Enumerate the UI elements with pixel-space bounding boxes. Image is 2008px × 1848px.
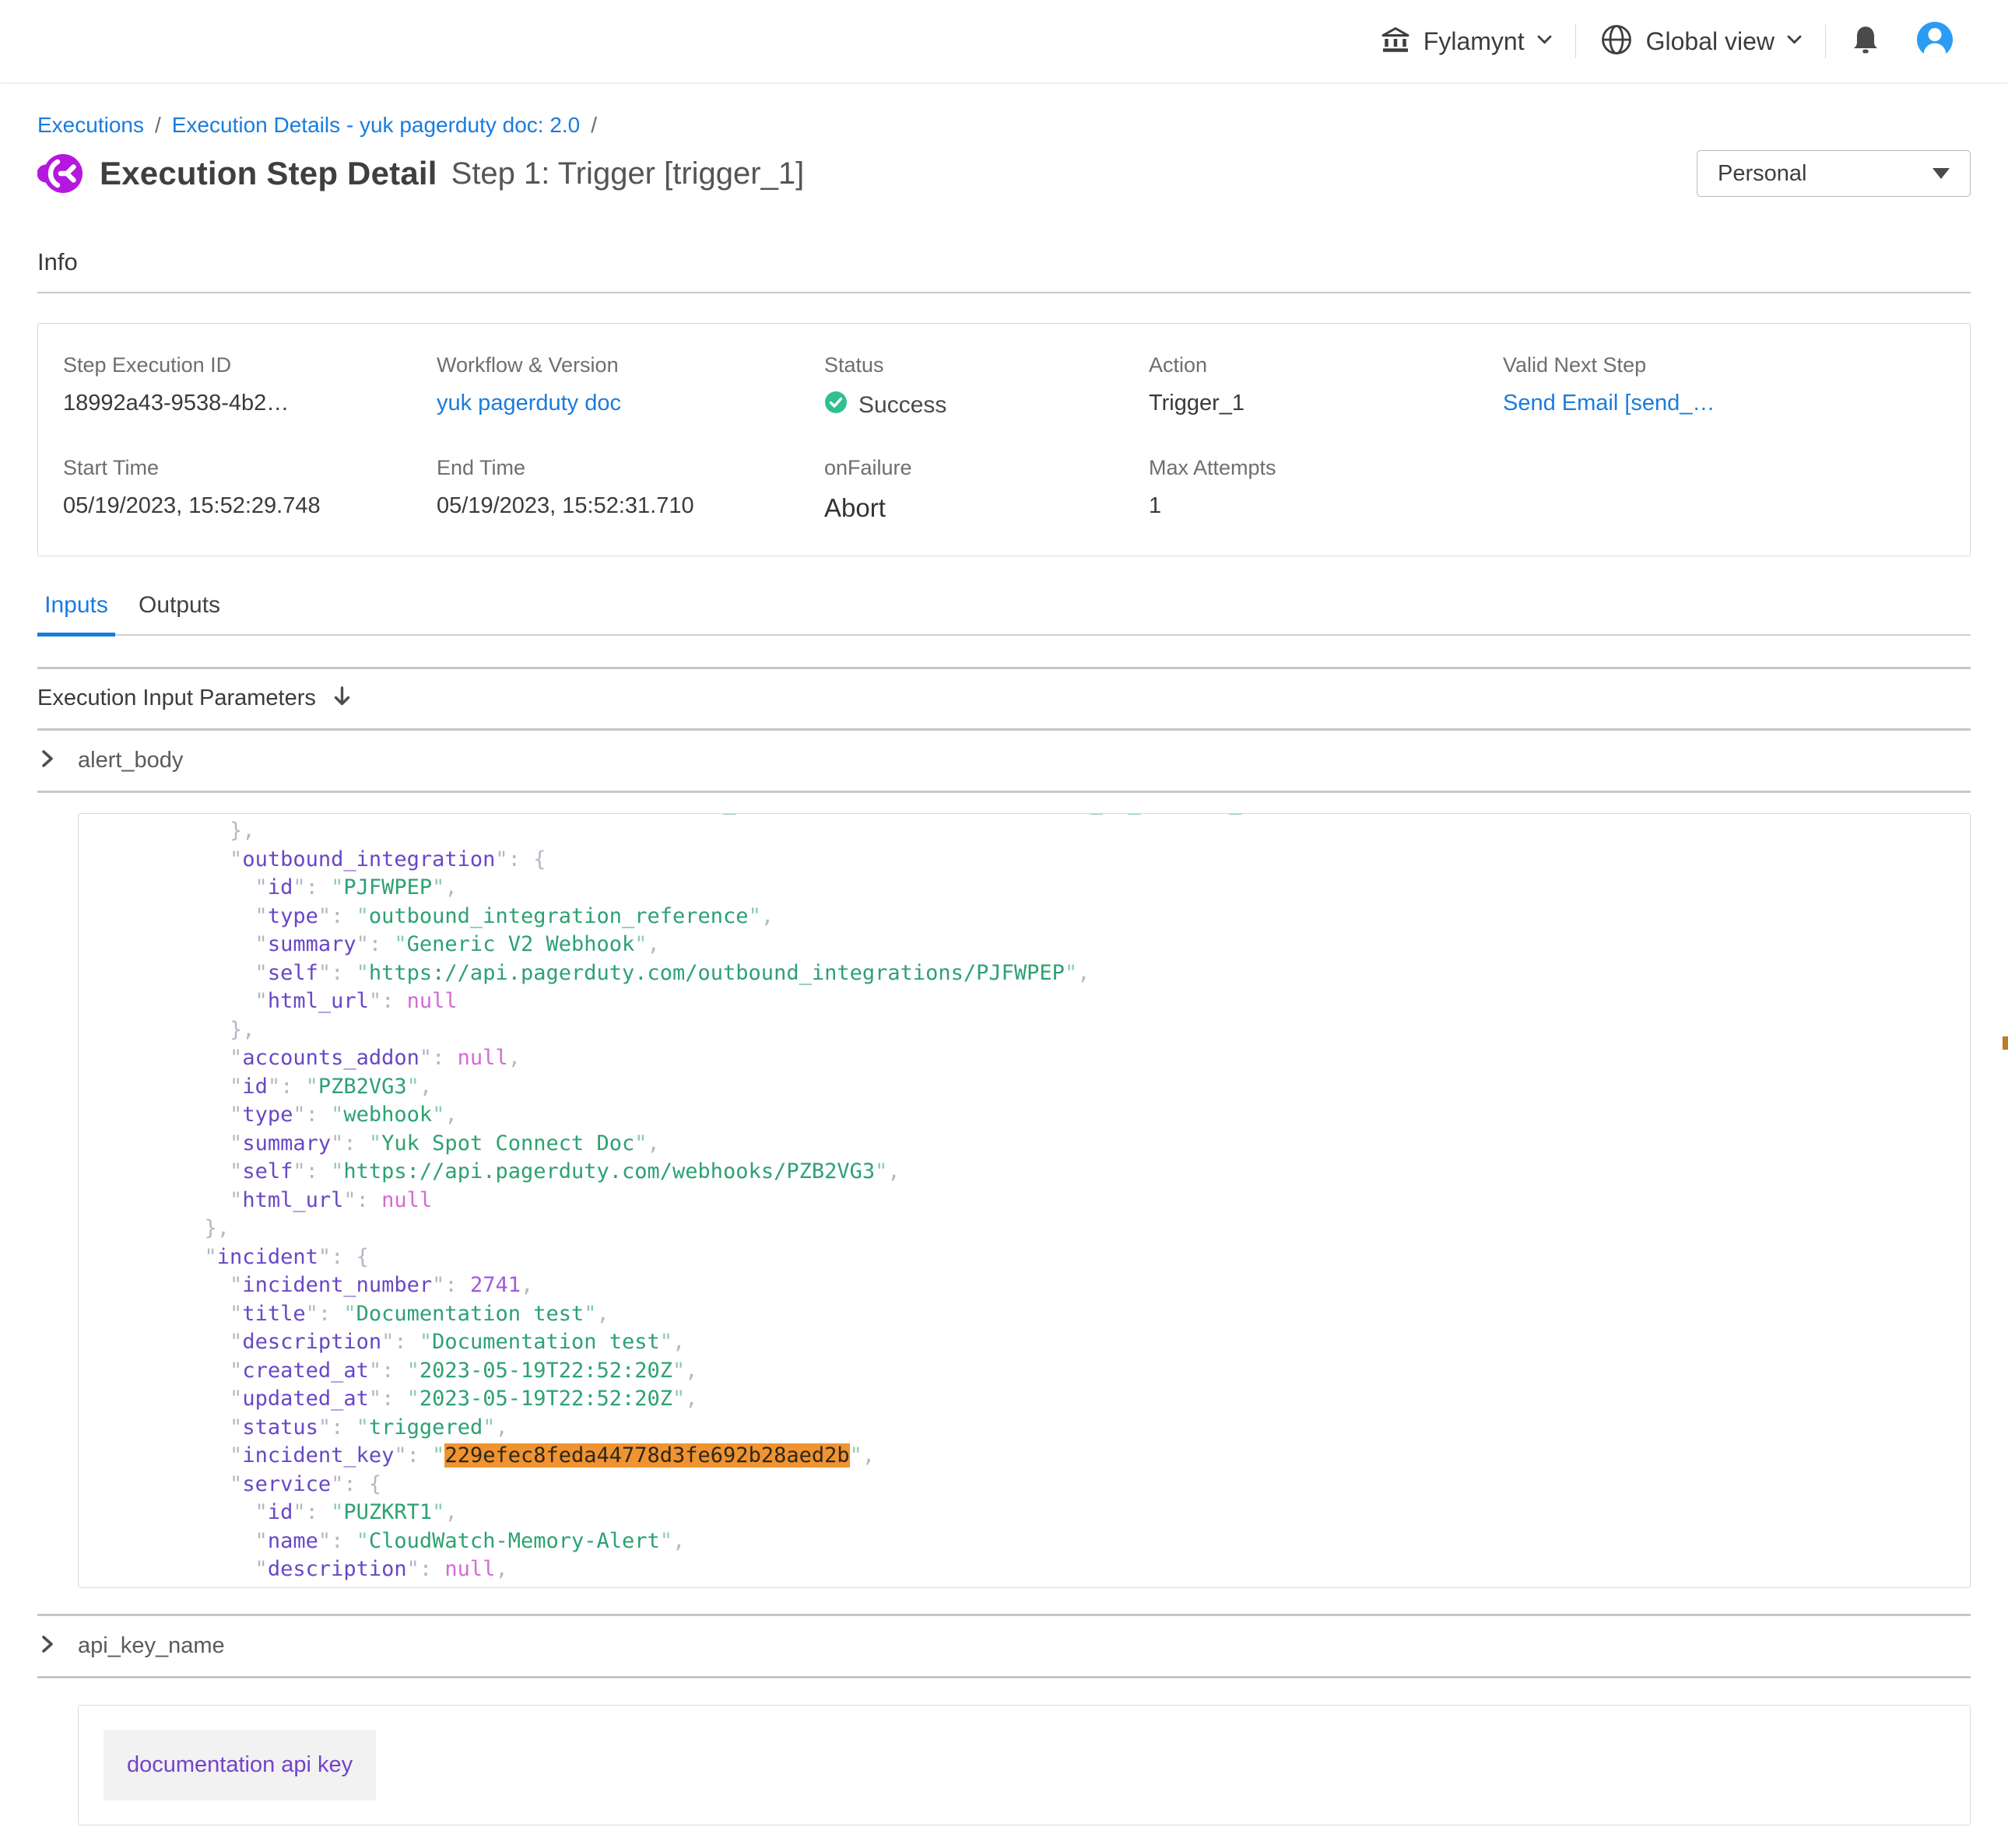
chevron-down-icon [1537, 34, 1552, 48]
status-text: Success [858, 392, 946, 419]
field-label: Start Time [63, 456, 437, 480]
page-subtitle: Step 1: Trigger [trigger_1] [451, 156, 805, 191]
view-switcher[interactable]: Global view [1599, 23, 1802, 61]
field-value: 05/19/2023, 15:52:29.748 [63, 493, 437, 519]
field-value: 1 [1149, 493, 1503, 519]
bank-icon [1380, 25, 1411, 58]
caret-down-icon [1933, 168, 1950, 179]
workflow-step-icon [37, 151, 82, 196]
field-workflow-version: Workflow & Version yuk pagerduty doc [437, 353, 824, 420]
breadcrumb-separator: / [155, 113, 161, 138]
field-label: onFailure [824, 456, 1149, 480]
info-heading: Info [37, 248, 1971, 276]
top-bar: Fylamynt Global view [0, 0, 2008, 83]
field-label: Status [824, 353, 1149, 377]
execution-input-parameters-header: Execution Input Parameters [37, 669, 1971, 731]
code-block[interactable]: "https://api.pagerduty.com/outbound_inte… [78, 813, 1971, 1588]
tab-outputs[interactable]: Outputs [134, 592, 225, 634]
notifications-bell-icon[interactable] [1849, 23, 1882, 61]
alert-body-row[interactable]: alert_body [37, 731, 1971, 793]
tab-bar: Inputs Outputs [37, 592, 1971, 636]
field-label: End Time [437, 456, 824, 480]
field-end-time: End Time 05/19/2023, 15:52:31.710 [437, 456, 824, 523]
field-label: Max Attempts [1149, 456, 1503, 480]
field-label: Valid Next Step [1503, 353, 1945, 377]
success-check-icon [824, 391, 848, 420]
chevron-right-icon [37, 1633, 58, 1659]
breadcrumb: Executions / Execution Details - yuk pag… [37, 113, 1971, 138]
field-value: Trigger_1 [1149, 391, 1503, 416]
field-valid-next-step: Valid Next Step Send Email [send_… [1503, 353, 1945, 420]
scrollbar-search-marker[interactable] [2003, 1036, 2008, 1050]
field-max-attempts: Max Attempts 1 [1149, 456, 1503, 523]
info-divider [37, 292, 1971, 293]
breadcrumb-execution-details-link[interactable]: Execution Details - yuk pagerduty doc: 2… [172, 113, 581, 138]
info-card: Step Execution ID 18992a43-9538-4b2… Wor… [37, 323, 1971, 556]
field-label: Workflow & Version [437, 353, 824, 377]
field-value: 05/19/2023, 15:52:31.710 [437, 493, 824, 519]
scope-select[interactable]: Personal [1697, 150, 1971, 197]
org-label: Fylamynt [1424, 27, 1525, 56]
chevron-down-icon [1787, 34, 1802, 48]
field-status: Status Success [824, 353, 1149, 420]
breadcrumb-executions-link[interactable]: Executions [37, 113, 144, 138]
page-header: Execution Step Detail Step 1: Trigger [t… [37, 150, 1971, 197]
field-start-time: Start Time 05/19/2023, 15:52:29.748 [63, 456, 437, 523]
field-on-failure: onFailure Abort [824, 456, 1149, 523]
json-code: "https://api.pagerduty.com/outbound_inte… [128, 813, 1970, 1588]
tab-inputs[interactable]: Inputs [37, 592, 115, 636]
view-label: Global view [1646, 27, 1775, 56]
next-step-link[interactable]: Send Email [send_… [1503, 391, 1715, 416]
topbar-divider [1825, 24, 1826, 58]
user-avatar[interactable] [1916, 21, 1954, 62]
parameters-heading: Execution Input Parameters [37, 686, 316, 711]
download-arrow-icon[interactable] [332, 686, 353, 712]
workflow-link[interactable]: yuk pagerduty doc [437, 391, 621, 416]
globe-icon [1599, 23, 1634, 61]
api-key-name-label: api_key_name [78, 1633, 225, 1659]
field-value: Abort [824, 493, 1149, 523]
field-label: Step Execution ID [63, 353, 437, 377]
topbar-divider [1575, 24, 1576, 58]
field-step-execution-id: Step Execution ID 18992a43-9538-4b2… [63, 353, 437, 420]
scope-select-value: Personal [1718, 161, 1806, 187]
field-label: Action [1149, 353, 1503, 377]
api-key-name-chip: documentation api key [104, 1730, 376, 1801]
page-content: Executions / Execution Details - yuk pag… [0, 113, 2008, 1848]
field-action: Action Trigger_1 [1149, 353, 1503, 420]
api-key-name-row[interactable]: api_key_name [37, 1616, 1971, 1678]
alert-body-label: alert_body [78, 748, 183, 773]
breadcrumb-separator: / [591, 113, 597, 138]
api-key-name-value-box: documentation api key [78, 1705, 1971, 1825]
page-title: Execution Step Detail [100, 155, 437, 192]
org-switcher[interactable]: Fylamynt [1380, 25, 1552, 58]
chevron-right-icon [37, 748, 58, 773]
field-value: 18992a43-9538-4b2… [63, 391, 437, 416]
